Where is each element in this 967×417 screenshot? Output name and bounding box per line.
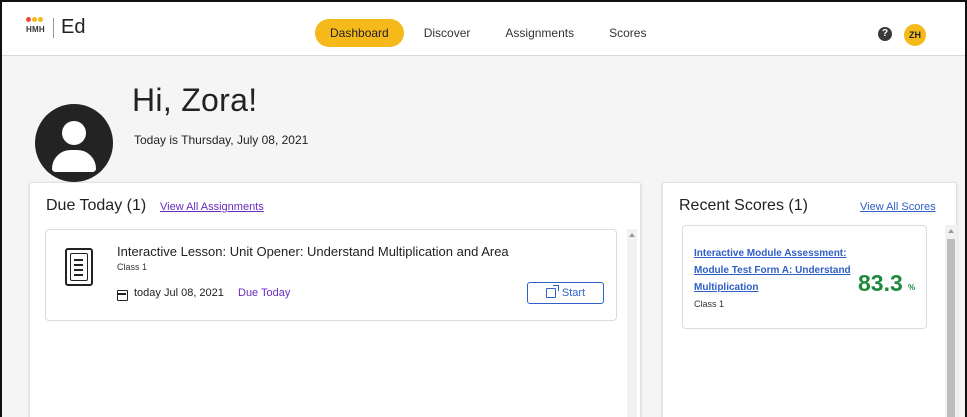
scroll-up-arrow-icon[interactable]: [948, 229, 954, 233]
start-button[interactable]: Start: [527, 282, 604, 304]
due-today-title: Due Today (1): [46, 197, 147, 214]
top-navigation-bar: HMH Ed Dashboard Discover Assignments Sc…: [2, 2, 965, 56]
due-today-card: Due Today (1) View All Assignments Inter…: [29, 182, 641, 417]
recent-scores-title: Recent Scores (1): [679, 197, 808, 214]
score-unit: %: [908, 283, 916, 292]
user-avatar[interactable]: ZH: [904, 24, 926, 46]
score-value: 83.3: [858, 270, 903, 296]
logo-app-name: Ed: [61, 16, 86, 38]
due-today-flag: Due Today: [238, 287, 291, 299]
document-icon: [65, 248, 93, 286]
view-all-assignments-link[interactable]: View All Assignments: [160, 201, 264, 213]
logo-brand-text: HMH: [26, 24, 45, 34]
score-item: Interactive Module Assessment: Module Te…: [682, 225, 927, 329]
nav-tab-dashboard[interactable]: Dashboard: [315, 19, 404, 47]
assignment-class: Class 1: [117, 262, 148, 272]
external-link-icon: [545, 285, 559, 298]
scrollbar-thumb[interactable]: [947, 239, 955, 417]
assignment-due-date: today Jul 08, 2021: [134, 287, 224, 299]
greeting-date: Today is Thursday, July 08, 2021: [134, 133, 309, 147]
score-assessment-link[interactable]: Interactive Module Assessment: Module Te…: [694, 245, 854, 296]
view-all-scores-link[interactable]: View All Scores: [860, 201, 936, 213]
scroll-up-arrow-icon[interactable]: [629, 233, 635, 237]
start-button-label: Start: [561, 287, 586, 299]
assignment-title[interactable]: Interactive Lesson: Unit Opener: Underst…: [117, 244, 509, 259]
nav-tab-scores[interactable]: Scores: [594, 19, 661, 47]
app-window: HMH Ed Dashboard Discover Assignments Sc…: [0, 0, 967, 417]
score-class: Class 1: [694, 299, 725, 309]
nav-tab-assignments[interactable]: Assignments: [490, 19, 589, 47]
greeting-title: Hi, Zora!: [132, 82, 258, 118]
help-icon[interactable]: ?: [878, 27, 892, 41]
recent-scores-scrollbar[interactable]: [945, 225, 957, 417]
due-today-scrollbar[interactable]: [627, 229, 637, 417]
main-nav: Dashboard Discover Assignments Scores: [315, 19, 661, 47]
hmh-logo-icon: HMH: [26, 16, 46, 39]
profile-avatar-icon: [35, 104, 113, 182]
hmh-ed-logo[interactable]: HMH Ed: [26, 16, 85, 39]
calendar-icon: [117, 290, 128, 301]
logo-divider: [53, 17, 54, 38]
recent-scores-card: Recent Scores (1) View All Scores Intera…: [662, 182, 957, 417]
nav-tab-discover[interactable]: Discover: [409, 19, 486, 47]
assignment-item[interactable]: Interactive Lesson: Unit Opener: Underst…: [45, 229, 617, 321]
